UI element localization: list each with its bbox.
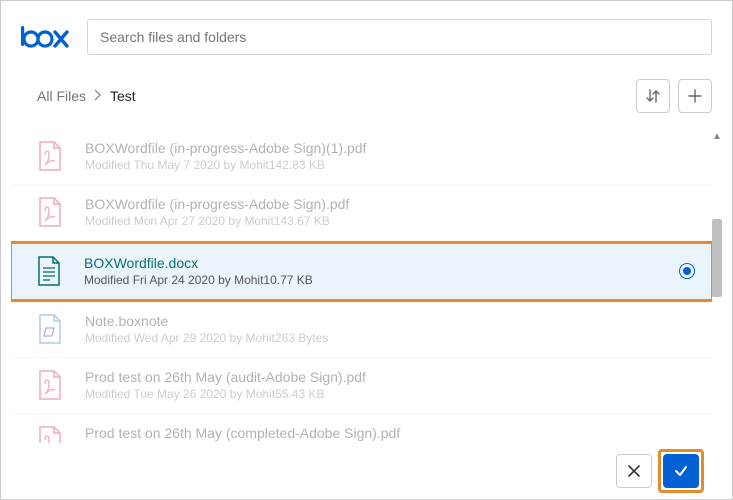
file-meta: BOXWordfile (in-progress-Adobe Sign)(1).… bbox=[85, 139, 694, 174]
subheader: All Files Test bbox=[1, 67, 732, 125]
close-icon bbox=[627, 464, 641, 478]
file-row[interactable]: BOXWordfile (in-progress-Adobe Sign)(1).… bbox=[11, 129, 712, 185]
breadcrumb: All Files Test bbox=[37, 88, 136, 104]
box-logo bbox=[21, 24, 71, 50]
file-meta: Prod test on 26th May (audit-Adobe Sign)… bbox=[85, 368, 694, 403]
file-name: BOXWordfile (in-progress-Adobe Sign).pdf bbox=[85, 195, 694, 213]
footer bbox=[1, 443, 732, 499]
header bbox=[1, 1, 732, 67]
confirm-button[interactable] bbox=[663, 454, 699, 488]
file-subtext: Modified Fri Apr 24 2020 by Mohit10.77 K… bbox=[84, 272, 679, 289]
breadcrumb-root[interactable]: All Files bbox=[37, 88, 86, 104]
scrollbar-thumb[interactable] bbox=[712, 219, 722, 297]
docx-file-icon bbox=[34, 256, 64, 286]
file-row[interactable]: Note.boxnoteModified Wed Apr 29 2020 by … bbox=[11, 302, 712, 358]
file-meta: BOXWordfile (in-progress-Adobe Sign).pdf… bbox=[85, 195, 694, 230]
pdf-file-icon bbox=[35, 141, 65, 171]
header-actions bbox=[636, 79, 712, 113]
file-subtext: Modified Thu May 7 2020 by Mohit142.83 K… bbox=[85, 157, 694, 174]
file-subtext: Modified Tue May 26 2020 by Mohit55.43 K… bbox=[85, 386, 694, 403]
sort-icon bbox=[645, 88, 661, 104]
file-name: Note.boxnote bbox=[85, 312, 694, 330]
search-input[interactable] bbox=[87, 19, 712, 55]
pdf-file-icon bbox=[35, 197, 65, 227]
pdf-file-icon bbox=[35, 426, 65, 443]
file-name: Prod test on 26th May (completed-Adobe S… bbox=[85, 424, 694, 442]
scroll-up-arrow[interactable]: ▲ bbox=[712, 131, 722, 141]
file-meta: BOXWordfile.docxModified Fri Apr 24 2020… bbox=[84, 254, 679, 289]
file-subtext: Modified Mon Apr 27 2020 by Mohit143.67 … bbox=[85, 213, 694, 230]
file-name: BOXWordfile (in-progress-Adobe Sign)(1).… bbox=[85, 139, 694, 157]
file-meta: Prod test on 26th May (completed-Adobe S… bbox=[85, 424, 694, 443]
check-icon bbox=[673, 463, 689, 479]
file-name: BOXWordfile.docx bbox=[84, 254, 679, 272]
boxnote-file-icon bbox=[35, 314, 65, 344]
file-subtext: Modified Wed Apr 29 2020 by Mohit263 Byt… bbox=[85, 330, 694, 347]
plus-icon bbox=[687, 88, 703, 104]
file-row[interactable]: BOXWordfile.docxModified Fri Apr 24 2020… bbox=[11, 241, 712, 302]
chevron-right-icon bbox=[94, 88, 102, 104]
file-row[interactable]: Prod test on 26th May (completed-Adobe S… bbox=[11, 414, 712, 443]
file-row[interactable]: BOXWordfile (in-progress-Adobe Sign).pdf… bbox=[11, 185, 712, 241]
pdf-file-icon bbox=[35, 370, 65, 400]
selection-radio[interactable] bbox=[679, 263, 695, 279]
sort-button[interactable] bbox=[636, 79, 670, 113]
breadcrumb-current: Test bbox=[110, 88, 136, 104]
cancel-button[interactable] bbox=[616, 454, 652, 488]
add-button[interactable] bbox=[678, 79, 712, 113]
file-name: Prod test on 26th May (audit-Adobe Sign)… bbox=[85, 368, 694, 386]
file-row[interactable]: Prod test on 26th May (audit-Adobe Sign)… bbox=[11, 358, 712, 414]
file-list: BOXWordfile (in-progress-Adobe Sign)(1).… bbox=[11, 129, 712, 443]
confirm-button-highlight bbox=[658, 449, 704, 493]
file-meta: Note.boxnoteModified Wed Apr 29 2020 by … bbox=[85, 312, 694, 347]
